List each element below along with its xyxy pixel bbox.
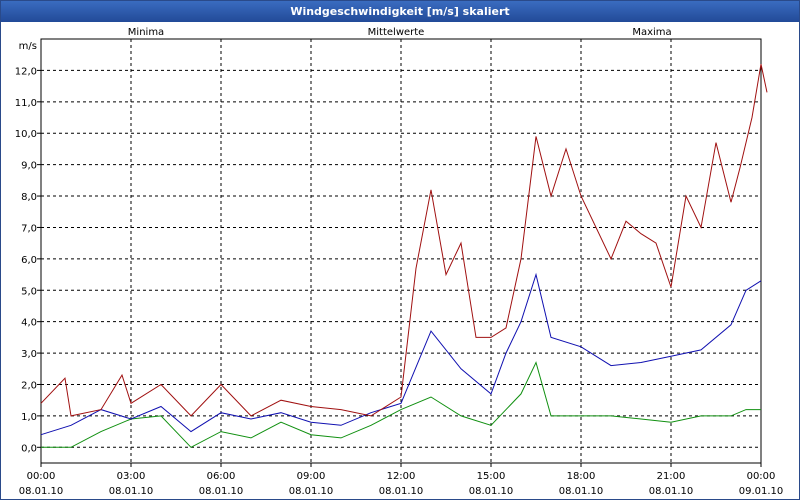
legend-entry-maxima: Maxima (632, 27, 671, 38)
x-axis: 00:00 08.01.10 03:00 08.01.10 06:00 08.01.10 0… (19, 463, 784, 497)
series-line-maxima (40, 63, 768, 417)
x-tick-date-label: 08.01.10 (379, 486, 424, 497)
legend-entry-minima: Minima (128, 27, 164, 38)
x-tick-time-label: 00:00 (27, 471, 56, 482)
legend: Minima Mittelwerte Maxima (128, 27, 672, 38)
x-tick-time-label: 09:00 (297, 471, 326, 482)
y-tick-label: 5,0 (21, 286, 37, 297)
y-tick-label: 11,0 (15, 98, 37, 109)
y-tick-label: 8,0 (21, 192, 37, 203)
y-tick-label: 10,0 (15, 129, 37, 140)
y-tick-label: 2,0 (21, 380, 37, 391)
x-tick-date-label: 08.01.10 (289, 486, 334, 497)
x-tick-date-label: 09.01.10 (739, 486, 784, 497)
chart-window: Windgeschwindigkeit [m/s] skaliert 0,0 1,… (0, 0, 800, 500)
x-tick-time-label: 15:00 (477, 471, 506, 482)
x-tick-time-label: 18:00 (567, 471, 596, 482)
x-tick-time-label: 06:00 (207, 471, 236, 482)
y-tick-label: 1,0 (21, 412, 37, 423)
y-axis: 0,0 1,0 2,0 3,0 4,0 5,0 6,0 7,0 8,0 9,0 10,0 11,0 12… (15, 41, 41, 454)
window-title: Windgeschwindigkeit [m/s] skaliert (1, 1, 799, 22)
x-tick-date-label: 08.01.10 (109, 486, 154, 497)
y-tick-label: 3,0 (21, 349, 37, 360)
y-tick-label: 9,0 (21, 161, 37, 172)
x-tick-time-label: 12:00 (387, 471, 416, 482)
x-tick-time-label: 03:00 (117, 471, 146, 482)
x-tick-date-label: 08.01.10 (469, 486, 514, 497)
y-tick-label: 0,0 (21, 443, 37, 454)
y-tick-label: 4,0 (21, 318, 37, 329)
series-lines (40, 63, 768, 448)
x-tick-date-label: 08.01.10 (649, 486, 694, 497)
y-tick-label: 7,0 (21, 223, 37, 234)
y-axis-label: m/s (19, 41, 37, 52)
chart-grid (41, 39, 761, 463)
y-tick-label: 12,0 (15, 66, 37, 77)
x-tick-time-label: 21:00 (657, 471, 686, 482)
y-tick-label: 6,0 (21, 255, 37, 266)
x-tick-time-label: 00:00 (747, 471, 776, 482)
x-tick-date-label: 08.01.10 (199, 486, 244, 497)
x-tick-date-label: 08.01.10 (19, 486, 64, 497)
wind-speed-chart: 0,0 1,0 2,0 3,0 4,0 5,0 6,0 7,0 8,0 9,0 10,0 11,0 12… (15, 27, 784, 497)
x-tick-date-label: 08.01.10 (559, 486, 604, 497)
legend-entry-mittelwerte: Mittelwerte (368, 27, 425, 38)
